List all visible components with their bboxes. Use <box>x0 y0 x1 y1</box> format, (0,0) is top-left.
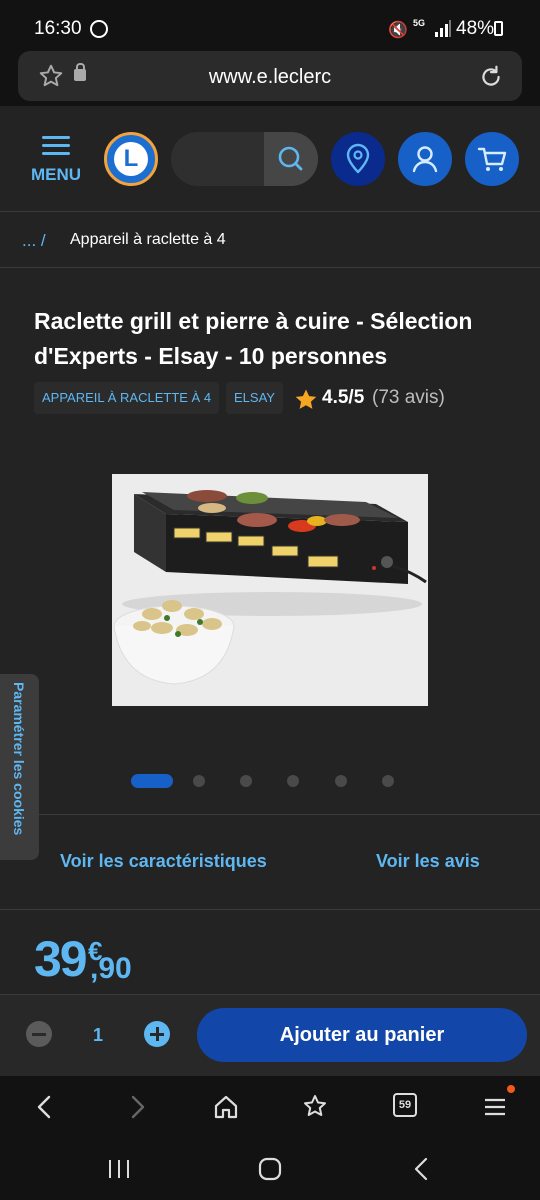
user-icon <box>412 146 438 173</box>
add-to-cart-button[interactable]: Ajouter au panier <box>197 1008 527 1062</box>
search-box <box>171 132 318 186</box>
system-back-icon[interactable] <box>408 1156 436 1182</box>
product-image[interactable] <box>112 474 428 706</box>
breadcrumb-current[interactable]: Appareil à raclette à 4 <box>70 231 226 249</box>
site-header: MENU L <box>0 106 540 212</box>
carousel-dot-6[interactable] <box>382 775 394 787</box>
menu-label: MENU <box>30 165 82 184</box>
search-input[interactable] <box>171 132 264 186</box>
brand-tag[interactable]: ELSAY <box>226 382 283 414</box>
battery-icon <box>494 21 503 36</box>
browser-bottom-nav: 59 <box>0 1076 540 1138</box>
category-tag[interactable]: APPAREIL À RACLETTE À 4 <box>34 382 220 414</box>
product-title: Raclette grill et pierre à cuire - Sélec… <box>34 308 473 369</box>
price-euros: 39 <box>34 931 88 987</box>
quantity-value[interactable]: 1 <box>86 1025 110 1046</box>
hamburger-icon-bar <box>42 152 70 155</box>
home-icon[interactable] <box>211 1092 241 1122</box>
see-specs-link[interactable]: Voir les caractéristiques <box>60 851 267 872</box>
rating-star-icon <box>295 389 317 409</box>
reload-icon[interactable] <box>478 64 504 90</box>
account-button[interactable] <box>398 132 452 186</box>
raclette-illustration <box>112 474 428 706</box>
forward-icon[interactable] <box>122 1092 152 1122</box>
search-icon <box>278 146 303 171</box>
network-type: 5G <box>413 18 426 28</box>
mute-icon: 🔇 <box>388 22 408 39</box>
browser-toolbar: www.e.leclerc <box>0 48 540 106</box>
quantity-increase-button[interactable] <box>144 1021 170 1047</box>
home-button-icon[interactable] <box>256 1156 284 1182</box>
status-bar: 16:30 🔇 5G 48% <box>0 0 540 48</box>
back-icon[interactable] <box>30 1092 60 1122</box>
rating-count: (73 avis) <box>372 387 445 408</box>
cookie-settings-label: Paramétrer les cookies <box>11 682 27 836</box>
leclerc-logo[interactable]: L <box>104 132 158 186</box>
hamburger-icon <box>42 136 70 139</box>
bookmarks-icon[interactable] <box>300 1092 330 1122</box>
battery-level: 48% <box>456 18 495 39</box>
tabs-count[interactable]: 59 <box>393 1093 417 1117</box>
recent-apps-icon[interactable] <box>104 1156 134 1182</box>
search-button[interactable] <box>264 132 318 186</box>
menu-button[interactable]: MENU <box>28 132 84 188</box>
carousel-dot-5[interactable] <box>335 775 347 787</box>
cookie-settings-tab[interactable]: Paramétrer les cookies <box>0 674 39 860</box>
product-links: Voir les caractéristiques Voir les avis <box>0 814 540 910</box>
location-pin-icon <box>346 143 370 174</box>
carousel-dot-1[interactable] <box>131 774 173 788</box>
image-carousel-dots <box>0 774 540 788</box>
menu-icon[interactable] <box>480 1092 510 1122</box>
messenger-icon <box>90 20 108 38</box>
price-cents: ,90 <box>90 952 132 985</box>
system-nav-bar <box>0 1138 540 1200</box>
add-to-cart-bar: 1 Ajouter au panier <box>0 994 540 1076</box>
see-reviews-link[interactable]: Voir les avis <box>376 851 480 872</box>
breadcrumb-back-link[interactable]: ... / <box>22 231 46 251</box>
hamburger-icon-bar <box>42 144 70 147</box>
logo-letter: L <box>114 142 148 176</box>
url-text: www.e.leclerc <box>208 66 332 88</box>
store-locator-button[interactable] <box>331 132 385 186</box>
carousel-dot-3[interactable] <box>240 775 252 787</box>
status-time: 16:30 <box>34 18 82 39</box>
rating-value: 4.5/5 <box>322 387 365 408</box>
cart-icon <box>477 147 507 171</box>
quantity-decrease-button[interactable] <box>26 1021 52 1047</box>
cart-button[interactable] <box>465 132 519 186</box>
carousel-dot-2[interactable] <box>193 775 205 787</box>
signal-icon <box>435 20 451 37</box>
notification-dot <box>507 1085 515 1093</box>
breadcrumb: ... / Appareil à raclette à 4 <box>0 212 540 268</box>
page: 16:30 🔇 5G 48% www.e.leclerc MENU L ... … <box>0 0 540 1200</box>
address-bar[interactable]: www.e.leclerc <box>18 51 522 101</box>
carousel-dot-4[interactable] <box>287 775 299 787</box>
